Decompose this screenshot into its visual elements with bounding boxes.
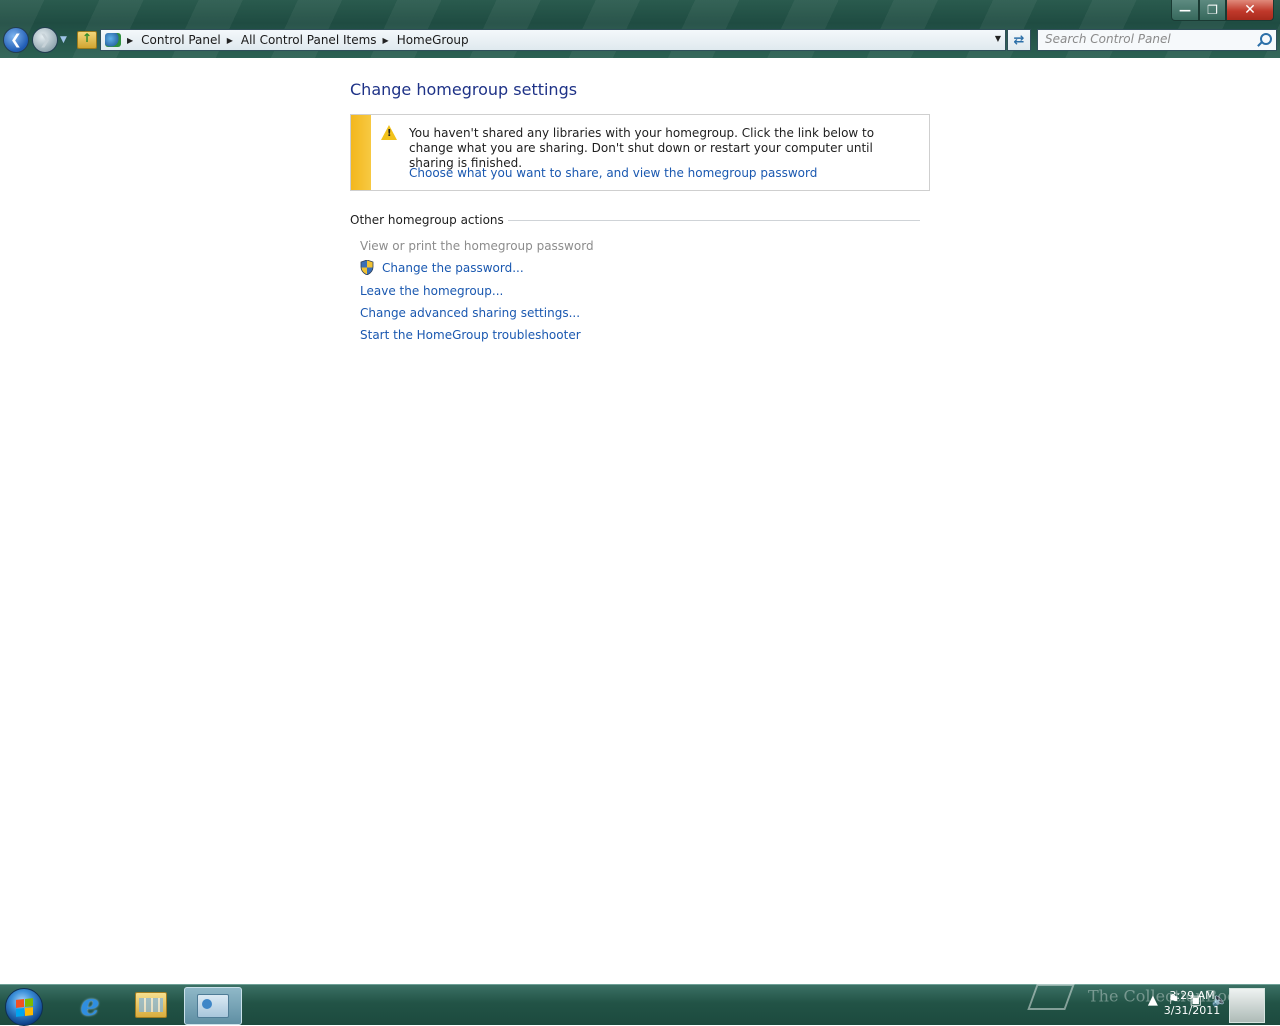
section-title: Other homegroup actions bbox=[350, 213, 504, 227]
breadcrumb-homegroup[interactable]: HomeGroup bbox=[397, 33, 469, 47]
clock-date: 3/31/2011 bbox=[1163, 1004, 1221, 1017]
advanced-sharing-link[interactable]: Change advanced sharing settings... bbox=[360, 306, 580, 320]
forward-button[interactable]: ❯ bbox=[32, 27, 58, 53]
system-clock[interactable]: 3:29 AM 3/31/2011 bbox=[1160, 988, 1224, 1018]
taskbar-control-panel[interactable] bbox=[184, 987, 242, 1025]
breadcrumb-control-panel[interactable]: Control Panel bbox=[141, 33, 221, 47]
choose-what-to-share-link[interactable]: Choose what you want to share, and view … bbox=[409, 166, 817, 180]
restore-button[interactable]: ❐ bbox=[1199, 0, 1226, 21]
chevron-right-icon[interactable]: ▶ bbox=[227, 36, 233, 45]
sharing-notice: ! You haven't shared any libraries with … bbox=[350, 114, 930, 191]
warning-icon: ! bbox=[381, 125, 397, 140]
up-folder-icon[interactable]: ↑ bbox=[76, 31, 97, 49]
chevron-right-icon[interactable]: ▶ bbox=[127, 36, 133, 45]
search-input[interactable] bbox=[1038, 30, 1245, 48]
breadcrumb-all-items[interactable]: All Control Panel Items bbox=[241, 33, 377, 47]
close-button[interactable]: ✕ bbox=[1226, 0, 1274, 21]
taskbar-internet-explorer[interactable]: e bbox=[62, 987, 118, 1023]
windows-logo-icon bbox=[15, 997, 33, 1017]
control-panel-icon bbox=[105, 33, 121, 47]
chevron-down-icon[interactable]: ▼ bbox=[995, 34, 1001, 43]
leave-homegroup-link[interactable]: Leave the homegroup... bbox=[360, 284, 503, 298]
start-button[interactable] bbox=[5, 988, 43, 1026]
clock-time: 3:29 AM bbox=[1169, 989, 1215, 1002]
notice-accent-bar bbox=[351, 115, 371, 190]
refresh-button[interactable]: ⇄ bbox=[1007, 29, 1031, 51]
windows-explorer-icon bbox=[135, 992, 167, 1018]
taskbar-windows-explorer[interactable] bbox=[123, 987, 179, 1023]
window-titlebar: — ❐ ✕ ❮ ❯ ▼ ↑ ▶ Control Panel ▶ All Cont… bbox=[0, 0, 1280, 58]
change-password-link[interactable]: Change the password... bbox=[382, 261, 524, 275]
back-button[interactable]: ❮ bbox=[3, 27, 29, 53]
page-title: Change homegroup settings bbox=[350, 80, 578, 99]
address-bar[interactable]: ▶ Control Panel ▶ All Control Panel Item… bbox=[100, 29, 1006, 51]
search-box[interactable] bbox=[1037, 29, 1277, 51]
internet-explorer-icon: e bbox=[80, 987, 100, 1023]
navigation-buttons: ❮ ❯ ▼ ↑ bbox=[3, 27, 97, 53]
chevron-right-icon[interactable]: ▶ bbox=[383, 36, 389, 45]
search-icon[interactable] bbox=[1260, 33, 1272, 45]
shield-icon bbox=[360, 260, 374, 275]
recent-pages-dropdown-icon[interactable]: ▼ bbox=[60, 35, 67, 45]
section-divider bbox=[507, 219, 920, 221]
view-print-password-link: View or print the homegroup password bbox=[360, 239, 594, 253]
other-actions-header: Other homegroup actions bbox=[350, 213, 920, 227]
control-panel-icon bbox=[197, 994, 229, 1018]
minimize-button[interactable]: — bbox=[1171, 0, 1199, 21]
book-logo-icon bbox=[1027, 984, 1075, 1010]
notice-message: You haven't shared any libraries with yo… bbox=[409, 126, 875, 170]
show-desktop-button[interactable] bbox=[1229, 988, 1265, 1023]
troubleshooter-link[interactable]: Start the HomeGroup troubleshooter bbox=[360, 328, 581, 342]
window-controls: — ❐ ✕ bbox=[1171, 0, 1274, 21]
